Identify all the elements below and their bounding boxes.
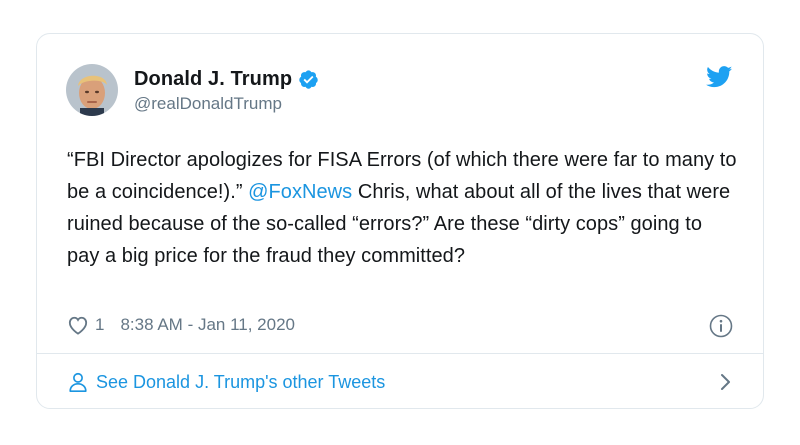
verified-badge-icon (298, 69, 319, 90)
info-icon[interactable] (709, 314, 733, 338)
like-count: 1 (95, 315, 105, 334)
display-name-row: Donald J. Trump (134, 66, 319, 92)
person-icon (67, 371, 89, 393)
tweet-timestamp[interactable]: 8:38 AM - Jan 11, 2020 (120, 315, 295, 335)
heart-icon[interactable] (67, 315, 89, 335)
tweet-meta: 1 8:38 AM - Jan 11, 2020 (67, 313, 295, 337)
twitter-bird-icon[interactable] (706, 66, 733, 88)
tweet-card: Donald J. Trump @realDonaldTrump “FBI Di… (36, 33, 764, 409)
tweet-header: Donald J. Trump @realDonaldTrump (66, 62, 319, 118)
tweet-text: “FBI Director apologizes for FISA Errors… (67, 144, 737, 272)
avatar[interactable] (66, 64, 118, 116)
author-names: Donald J. Trump @realDonaldTrump (134, 66, 319, 114)
author-handle[interactable]: @realDonaldTrump (134, 94, 319, 114)
display-name[interactable]: Donald J. Trump (134, 68, 292, 91)
see-other-tweets-label: See Donald J. Trump's other Tweets (96, 371, 386, 392)
chevron-right-icon (719, 372, 733, 392)
see-other-tweets-link[interactable]: See Donald J. Trump's other Tweets (67, 354, 733, 410)
mention-link[interactable]: @FoxNews (248, 181, 352, 203)
